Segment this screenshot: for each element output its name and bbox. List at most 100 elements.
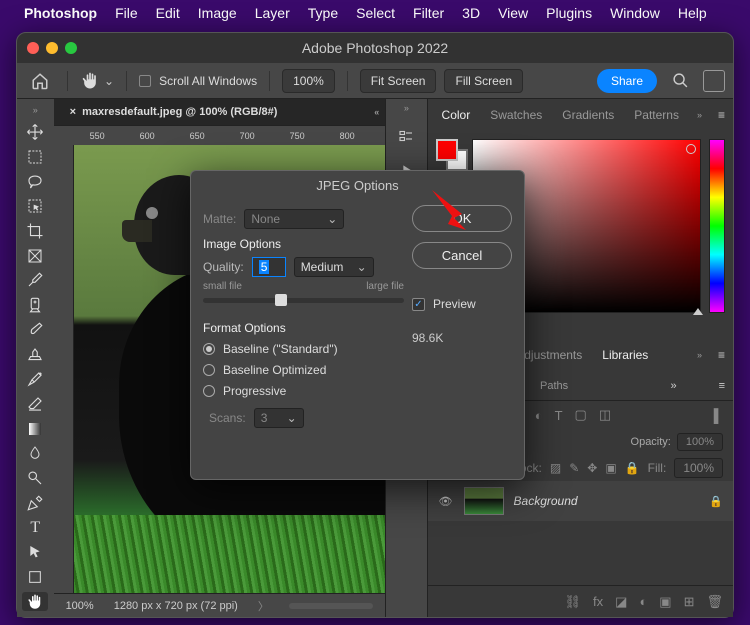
workspace-layout-icon[interactable]: [703, 70, 725, 92]
fill-screen-button[interactable]: Fill Screen: [444, 69, 523, 93]
lock-pixels-icon[interactable]: ✎: [569, 461, 579, 475]
link-layers-icon[interactable]: ⛓: [565, 594, 582, 610]
quality-preset-dropdown[interactable]: Medium: [294, 257, 374, 277]
lock-position-icon[interactable]: ✥: [587, 461, 597, 475]
search-icon[interactable]: [665, 68, 695, 94]
adjust-panel-collapse-icon[interactable]: »: [689, 339, 710, 371]
ruler-vertical[interactable]: [54, 145, 74, 593]
hue-slider[interactable]: [709, 139, 725, 313]
move-tool-icon[interactable]: [22, 123, 48, 142]
matte-dropdown[interactable]: None: [244, 209, 344, 229]
filter-shape-icon[interactable]: ▢: [575, 407, 587, 423]
menu-select[interactable]: Select: [356, 5, 395, 21]
healing-brush-tool-icon[interactable]: [22, 296, 48, 315]
home-button[interactable]: [25, 68, 55, 94]
tab-paths[interactable]: Paths: [540, 380, 568, 392]
delete-layer-icon[interactable]: 🗑: [707, 594, 724, 610]
menu-edit[interactable]: Edit: [156, 5, 180, 21]
tab-patterns[interactable]: Patterns: [624, 99, 689, 131]
fill-field[interactable]: 100%: [674, 458, 723, 478]
path-select-tool-icon[interactable]: [22, 543, 48, 562]
foreground-color-swatch[interactable]: [436, 139, 458, 161]
quality-input[interactable]: 5: [252, 257, 286, 277]
status-dimensions[interactable]: 1280 px x 720 px (72 ppi): [114, 600, 238, 612]
titlebar[interactable]: Adobe Photoshop 2022: [17, 33, 733, 63]
status-scrollbar[interactable]: [289, 603, 373, 609]
layer-thumbnail[interactable]: [464, 487, 504, 515]
crop-tool-icon[interactable]: [22, 222, 48, 241]
document-tab[interactable]: × maxresdefault.jpeg @ 100% (RGB/8#) «: [54, 99, 386, 125]
dodge-tool-icon[interactable]: [22, 469, 48, 488]
brush-tool-icon[interactable]: [22, 321, 48, 340]
lock-all-icon[interactable]: 🔒: [625, 461, 640, 475]
menu-app-name[interactable]: Photoshop: [24, 5, 97, 21]
preview-checkbox[interactable]: [412, 298, 425, 311]
layer-name[interactable]: Background: [514, 494, 700, 508]
quality-slider[interactable]: [203, 298, 404, 303]
cancel-button[interactable]: Cancel: [412, 242, 512, 269]
layers-collapse-icon[interactable]: »: [662, 380, 684, 392]
opacity-field[interactable]: 100%: [677, 433, 723, 451]
status-zoom[interactable]: 100%: [66, 600, 94, 612]
rectangle-tool-icon[interactable]: [22, 568, 48, 587]
panel-expand-icon[interactable]: »: [404, 103, 409, 113]
menu-help[interactable]: Help: [678, 5, 707, 21]
object-select-tool-icon[interactable]: [22, 197, 48, 216]
minimize-window-icon[interactable]: [46, 42, 58, 54]
share-button[interactable]: Share: [597, 69, 657, 93]
ok-button[interactable]: OK: [412, 205, 512, 232]
zoom-window-icon[interactable]: [65, 42, 77, 54]
eyedropper-tool-icon[interactable]: [22, 271, 48, 290]
menu-filter[interactable]: Filter: [413, 5, 444, 21]
menu-3d[interactable]: 3D: [462, 5, 480, 21]
visibility-toggle-icon[interactable]: 👁: [438, 495, 454, 508]
hand-tool-icon[interactable]: [22, 592, 48, 611]
eraser-tool-icon[interactable]: [22, 395, 48, 414]
menu-window[interactable]: Window: [610, 5, 660, 21]
tools-collapse-icon[interactable]: »: [33, 105, 38, 117]
marquee-tool-icon[interactable]: [22, 148, 48, 167]
close-window-icon[interactable]: [27, 42, 39, 54]
menu-layer[interactable]: Layer: [255, 5, 290, 21]
hand-tool-indicator[interactable]: ⌄: [80, 71, 114, 91]
pen-tool-icon[interactable]: [22, 493, 48, 512]
lasso-tool-icon[interactable]: [22, 172, 48, 191]
gradient-tool-icon[interactable]: [22, 419, 48, 438]
frame-tool-icon[interactable]: [22, 246, 48, 265]
color-panel-menu-icon[interactable]: ≡: [710, 99, 733, 131]
layer-lock-icon[interactable]: 🔒: [709, 495, 723, 508]
menu-file[interactable]: File: [115, 5, 138, 21]
menu-type[interactable]: Type: [308, 5, 338, 21]
tab-color[interactable]: Color: [432, 99, 481, 131]
new-layer-icon[interactable]: ⊞: [684, 594, 695, 610]
menu-plugins[interactable]: Plugins: [546, 5, 592, 21]
properties-panel-icon[interactable]: [395, 125, 417, 147]
menu-view[interactable]: View: [498, 5, 528, 21]
layer-mask-icon[interactable]: ◪: [615, 594, 627, 610]
group-icon[interactable]: ▣: [659, 594, 671, 610]
doc-tab-collapse-icon[interactable]: «: [374, 107, 379, 117]
lock-transparent-icon[interactable]: ▨: [550, 461, 561, 475]
radio-progressive[interactable]: [203, 385, 215, 397]
blur-tool-icon[interactable]: [22, 444, 48, 463]
tab-gradients[interactable]: Gradients: [552, 99, 624, 131]
clone-stamp-tool-icon[interactable]: [22, 345, 48, 364]
adjustment-layer-icon[interactable]: ◐: [639, 594, 647, 609]
tab-swatches[interactable]: Swatches: [480, 99, 552, 131]
radio-baseline-optimized[interactable]: [203, 364, 215, 376]
ruler-horizontal[interactable]: 550 600 650 700 750 800 850: [54, 125, 386, 145]
radio-baseline-standard[interactable]: [203, 343, 215, 355]
zoom-percent-field[interactable]: 100%: [282, 69, 335, 93]
history-brush-tool-icon[interactable]: [22, 370, 48, 389]
layers-menu-icon[interactable]: ≡: [711, 380, 733, 392]
layer-row-background[interactable]: 👁 Background 🔒: [428, 481, 733, 521]
filter-smart-icon[interactable]: ◫: [599, 407, 611, 423]
fit-screen-button[interactable]: Fit Screen: [360, 69, 437, 93]
lock-artboard-icon[interactable]: ▣: [605, 461, 616, 475]
filter-type-icon[interactable]: T: [555, 408, 563, 423]
color-panel-collapse-icon[interactable]: »: [689, 99, 710, 131]
layer-style-icon[interactable]: fx: [593, 594, 603, 609]
filter-toggle-icon[interactable]: ▌: [714, 408, 723, 423]
scroll-all-checkbox[interactable]: [139, 75, 151, 87]
filter-adjustment-icon[interactable]: ◐: [535, 408, 543, 423]
